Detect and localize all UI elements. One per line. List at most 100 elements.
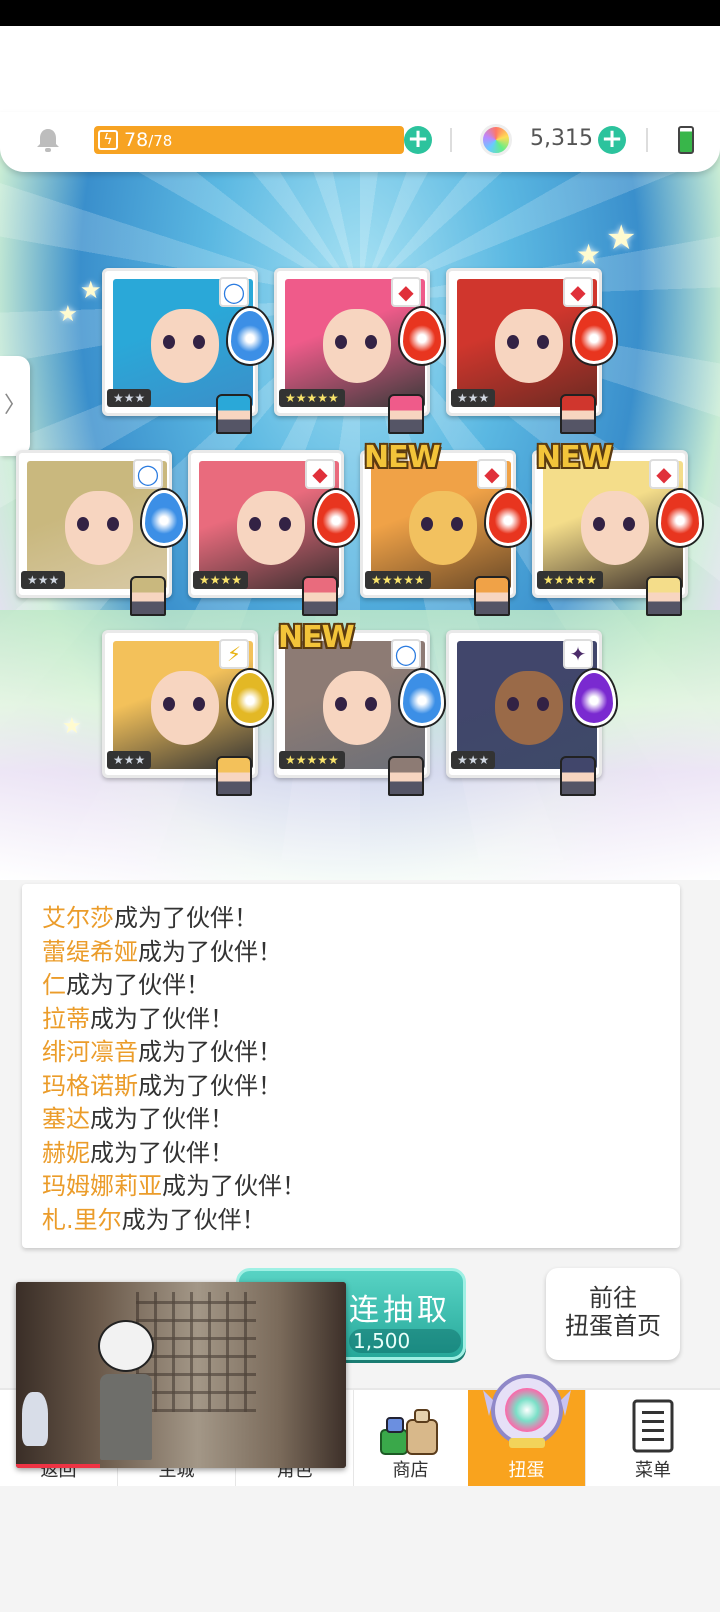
message-suffix: 成为了伙伴！ [138, 1038, 282, 1066]
battery-icon [678, 126, 694, 154]
gem-count: 5,315 [530, 126, 593, 151]
side-drawer-tab[interactable]: 〉 [0, 356, 30, 456]
multi-pull-cost: 1,500 [349, 1329, 461, 1353]
rarity-stars: ★★★ [451, 389, 496, 407]
floating-video-overlay[interactable] [16, 1282, 346, 1468]
message-suffix: 成为了伙伴！ [66, 971, 210, 999]
rarity-stars: ★★★★★ [365, 571, 431, 589]
attribute-badge-icon: ◆ [305, 459, 335, 489]
sparkle-star-icon: ★ [80, 276, 102, 304]
character-card[interactable]: ★★★★ ◆ [188, 450, 358, 616]
attribute-badge-icon: ✦ [563, 639, 593, 669]
character-eye [365, 697, 377, 711]
character-face [65, 491, 133, 565]
video-lattice [136, 1292, 256, 1412]
rarity-stars: ★★★★ [193, 571, 249, 589]
stamina-bar: ϟ 78/78 [94, 126, 404, 154]
video-figure [100, 1374, 152, 1460]
bottom-strip [0, 1486, 720, 1612]
add-stamina-button[interactable]: + [404, 126, 432, 154]
divider [450, 128, 452, 152]
attribute-badge-icon: ◆ [391, 277, 421, 307]
message-suffix: 成为了伙伴！ [90, 1004, 234, 1033]
character-card[interactable]: ★★★ ✦ [446, 630, 616, 796]
recruit-message: 赫妮成为了伙伴！ [42, 1137, 680, 1171]
character-face [151, 671, 219, 745]
sparkle-star-icon: ★ [606, 218, 637, 258]
divider [646, 128, 648, 152]
attribute-badge-icon: ◯ [219, 277, 249, 307]
character-eye [365, 335, 377, 349]
character-eye [163, 335, 175, 349]
message-suffix: 成为了伙伴！ [90, 1138, 234, 1167]
pixel-sprite-icon [388, 394, 424, 434]
character-name: 拉蒂 [42, 1004, 90, 1033]
recruit-message: 拉蒂成为了伙伴！ [42, 1003, 680, 1037]
recruit-message: 仁成为了伙伴！ [42, 969, 680, 1003]
pixel-sprite-icon [130, 576, 166, 616]
character-face [151, 309, 219, 383]
sparkle-star-icon: ★ [58, 302, 78, 327]
energy-icon: ϟ [98, 130, 118, 150]
nav-menu[interactable]: 菜单 [586, 1390, 720, 1488]
character-eye [193, 697, 205, 711]
character-card[interactable]: ★★★★★ ◯ NEW [274, 620, 444, 796]
rarity-stars: ★★★ [107, 751, 152, 769]
pixel-sprite-icon [216, 394, 252, 434]
character-card[interactable]: ★★★ ◯ [16, 450, 186, 616]
nav-label: 商店 [392, 1460, 429, 1481]
character-card[interactable]: ★★★ ◆ [446, 268, 616, 434]
message-suffix: 成为了伙伴！ [90, 1105, 234, 1133]
sparkle-star-icon: ★ [62, 714, 82, 739]
attribute-badge-icon: ◆ [649, 459, 679, 489]
recruit-message: 玛格诺斯成为了伙伴！ [42, 1070, 680, 1104]
rarity-stars: ★★★★★ [279, 751, 345, 769]
rarity-stars: ★★★ [451, 751, 496, 769]
new-badge: NEW [536, 440, 613, 475]
message-list: 艾尔莎成为了伙伴！ 蕾缇希娅成为了伙伴！ 仁成为了伙伴！ 拉蒂成为了伙伴！ 绯河凛音成为… [42, 902, 680, 1237]
pixel-sprite-icon [302, 576, 338, 616]
status-bar [0, 0, 720, 26]
character-name: 艾尔莎 [42, 904, 114, 932]
pixel-sprite-icon [216, 756, 252, 796]
menu-icon [631, 1398, 675, 1458]
recruit-message: 塞达成为了伙伴！ [42, 1103, 680, 1137]
nav-label: 菜单 [635, 1460, 671, 1481]
pixel-sprite-icon [474, 576, 510, 616]
bell-icon[interactable] [34, 126, 62, 154]
character-eye [193, 335, 205, 349]
recruit-message: 玛姆娜莉亚成为了伙伴！ [42, 1170, 680, 1204]
rarity-stars: ★★★★★ [537, 571, 603, 589]
character-face [323, 309, 391, 383]
character-eye [249, 517, 261, 531]
gacha-home-button[interactable]: 前往 扭蛋首页 [546, 1268, 680, 1360]
gacha-home-label-line2: 扭蛋首页 [565, 1312, 661, 1340]
character-card[interactable]: ★★★★★ ◆ NEW [532, 440, 702, 616]
pixel-sprite-icon [388, 756, 424, 796]
character-card[interactable]: ★★★ ⚡ [102, 630, 272, 796]
result-message-box: 艾尔莎成为了伙伴！ 蕾缇希娅成为了伙伴！ 仁成为了伙伴！ 拉蒂成为了伙伴！ 绯河凛音成为… [22, 884, 680, 1248]
character-card[interactable]: ★★★★★ ◆ [274, 268, 444, 434]
new-badge: NEW [364, 440, 441, 475]
stamina-value: 78/78 [124, 129, 173, 151]
pixel-sprite-icon [646, 576, 682, 616]
character-card[interactable]: ★★★ ◯ [102, 268, 272, 434]
nav-gacha[interactable]: 扭蛋 [468, 1374, 586, 1488]
character-eye [279, 517, 291, 531]
character-eye [421, 517, 433, 531]
message-suffix: 成为了伙伴！ [121, 1205, 266, 1234]
message-suffix: 成为了伙伴！ [162, 1172, 306, 1200]
rarity-stars: ★★★★★ [279, 389, 345, 407]
recruit-message: 艾尔莎成为了伙伴！ [42, 902, 680, 936]
character-eye [107, 517, 119, 531]
character-name: 蕾缇希娅 [42, 937, 138, 966]
video-vase [22, 1392, 48, 1446]
character-name: 绯河凛音 [42, 1038, 138, 1066]
new-badge: NEW [278, 620, 355, 655]
character-name: 札.里尔 [42, 1205, 122, 1234]
character-card[interactable]: ★★★★★ ◆ NEW [360, 440, 530, 616]
video-progress [16, 1464, 100, 1468]
pixel-sprite-icon [560, 394, 596, 434]
nav-shop[interactable]: 商店 [352, 1390, 470, 1488]
add-gems-button[interactable]: + [598, 126, 626, 154]
